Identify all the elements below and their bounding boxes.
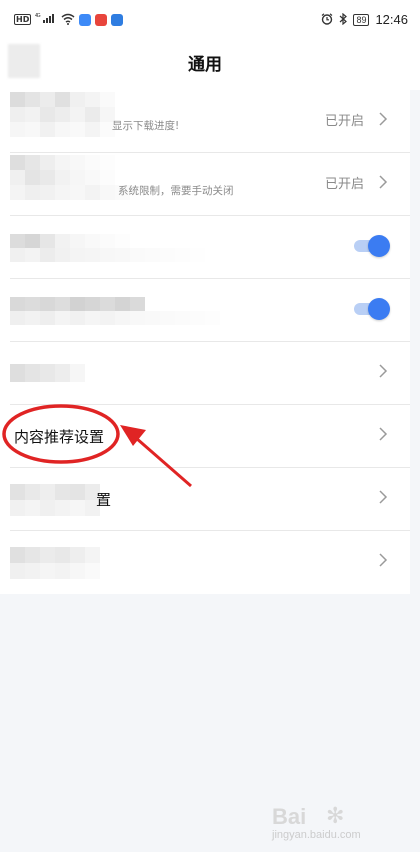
- wifi-icon: [61, 10, 75, 29]
- chevron-right-icon: [379, 112, 388, 126]
- toggle-knob: [368, 235, 390, 257]
- watermark-logo: Bai ✻ jingyan.baidu.com: [272, 804, 402, 844]
- bluetooth-icon: [339, 10, 348, 29]
- chevron-right-icon: [379, 553, 388, 567]
- page-title: 通用: [188, 55, 222, 75]
- settings-row-toggle-1: [0, 216, 410, 279]
- app-notification-icon: [79, 13, 92, 26]
- battery-icon: 89: [353, 13, 370, 26]
- signal-icon: 4G: [35, 12, 57, 27]
- chevron-right-icon: [379, 175, 388, 189]
- chevron-right-icon: [379, 490, 388, 504]
- hd-icon: HD: [14, 14, 32, 25]
- status-bar-left: HD 4G: [14, 10, 124, 29]
- status-label: 已开启: [324, 114, 364, 129]
- row-subtitle: 系统限制，需要手动关闭: [118, 185, 234, 197]
- row-title: 内容推荐设置: [14, 428, 105, 446]
- settings-row-5[interactable]: [0, 342, 410, 405]
- svg-text:4G: 4G: [35, 13, 41, 19]
- redacted-title: [10, 155, 130, 200]
- toggle-switch[interactable]: [354, 298, 390, 320]
- toggle-knob: [368, 298, 390, 320]
- toggle-switch[interactable]: [354, 235, 390, 257]
- chevron-right-icon: [379, 364, 388, 378]
- status-label: 已开启: [324, 177, 364, 192]
- settings-screen: HD 4G 89 12:46 通用 显示下载进度! 已开启 系统限制，需要手动关…: [0, 0, 420, 852]
- redacted-title: [10, 297, 220, 325]
- page-header: 通用: [0, 38, 420, 90]
- settings-row-download-progress[interactable]: 显示下载进度! 已开启: [0, 90, 410, 153]
- status-bar-right: 89 12:46: [321, 10, 408, 29]
- chevron-right-icon: [379, 427, 388, 441]
- row-subtitle: 显示下载进度!: [112, 120, 180, 132]
- redacted-title: [10, 92, 115, 137]
- redacted-title: [10, 484, 100, 516]
- settings-list: 显示下载进度! 已开启 系统限制，需要手动关闭 已开启 内容推荐设置 置: [0, 90, 410, 594]
- app-notification-icon: [111, 13, 124, 26]
- redacted-title: [10, 234, 205, 262]
- paw-icon: ✻: [326, 804, 345, 829]
- settings-row-7[interactable]: 置: [0, 468, 410, 531]
- settings-row-toggle-2: [0, 279, 410, 342]
- status-bar: HD 4G 89 12:46: [0, 0, 420, 38]
- redacted-title: [10, 364, 85, 382]
- settings-row-background-run[interactable]: 系统限制，需要手动关闭 已开启: [0, 153, 410, 216]
- watermark-line2: jingyan.baidu.com: [272, 829, 361, 841]
- row-title: 置: [96, 491, 112, 509]
- app-notification-icon: [95, 13, 108, 26]
- watermark-line1: Bai: [272, 804, 307, 829]
- clock: 12:46: [375, 12, 408, 27]
- settings-row-8[interactable]: [0, 531, 410, 594]
- redacted-title: [10, 547, 100, 579]
- alarm-icon: [321, 10, 333, 29]
- settings-row-content-recommendation[interactable]: 内容推荐设置: [0, 405, 410, 468]
